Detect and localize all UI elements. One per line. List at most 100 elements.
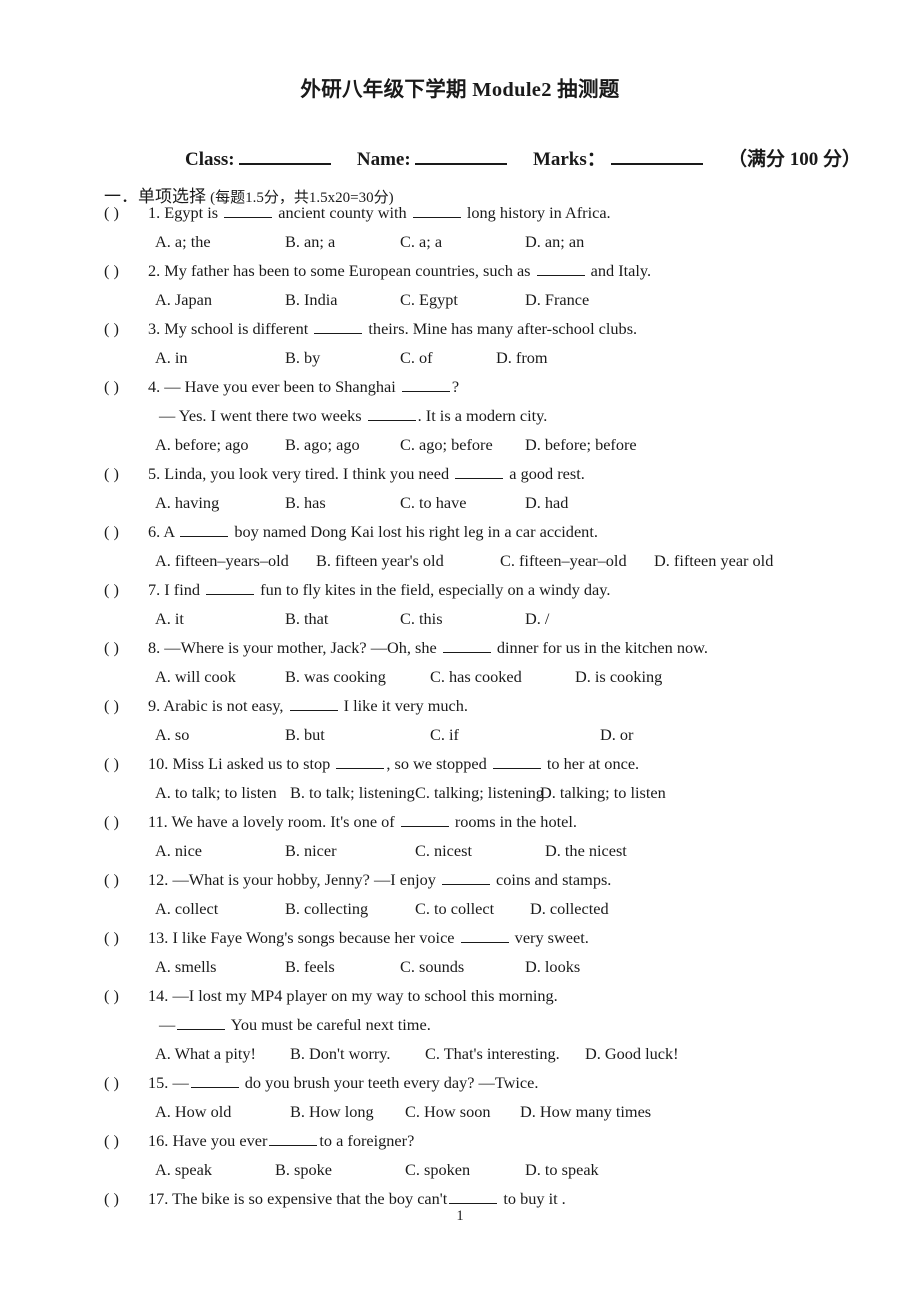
option-choice[interactable]: B. Don't worry. [290,1044,390,1064]
class-blank[interactable] [239,146,332,165]
option-choice[interactable]: B. to talk; listening [290,783,415,803]
option-choice[interactable]: D. or [600,725,633,745]
answer-bracket[interactable]: ( ) [104,696,148,716]
answer-bracket[interactable]: ( ) [104,319,148,339]
option-choice[interactable]: B. that [285,609,328,629]
option-choice[interactable]: A. having [155,493,219,513]
option-choice[interactable]: C. sounds [400,957,464,977]
fill-in-blank[interactable] [412,204,461,218]
fill-in-blank[interactable] [190,1074,239,1088]
option-choice[interactable]: D. talking; to listen [540,783,666,803]
option-choice[interactable]: C. if [430,725,459,745]
option-choice[interactable]: D. before; before [525,435,637,455]
option-choice[interactable]: B. India [285,290,337,310]
answer-bracket[interactable]: ( ) [104,580,148,600]
fill-in-blank[interactable] [401,378,450,392]
answer-bracket[interactable]: ( ) [104,986,148,1006]
fill-in-blank[interactable] [455,465,504,479]
option-choice[interactable]: B. fifteen year's old [316,551,444,571]
option-choice[interactable]: C. That's interesting. [425,1044,560,1064]
option-choice[interactable]: A. Japan [155,290,212,310]
answer-bracket[interactable]: ( ) [104,754,148,774]
option-choice[interactable]: B. by [285,348,320,368]
option-choice[interactable]: C. How soon [405,1102,491,1122]
answer-bracket[interactable]: ( ) [104,522,148,542]
option-choice[interactable]: A. it [155,609,184,629]
fill-in-blank[interactable] [206,581,255,595]
answer-bracket[interactable]: ( ) [104,203,148,223]
option-choice[interactable]: B. but [285,725,325,745]
option-choice[interactable]: D. fifteen year old [654,551,773,571]
fill-in-blank[interactable] [367,407,416,421]
option-choice[interactable]: C. ago; before [400,435,493,455]
option-choice[interactable]: C. to collect [415,899,494,919]
option-choice[interactable]: D. from [496,348,548,368]
fill-in-blank[interactable] [314,320,363,334]
name-blank[interactable] [415,146,508,165]
option-choice[interactable]: A. before; ago [155,435,249,455]
option-choice[interactable]: D. the nicest [545,841,627,861]
option-choice[interactable]: A. so [155,725,189,745]
option-choice[interactable]: C. this [400,609,443,629]
option-choice[interactable]: D. How many times [520,1102,651,1122]
option-choice[interactable]: A. speak [155,1160,212,1180]
option-choice[interactable]: C. Egypt [400,290,458,310]
option-choice[interactable]: A. collect [155,899,218,919]
answer-bracket[interactable]: ( ) [104,1189,148,1209]
fill-in-blank[interactable] [536,262,585,276]
answer-bracket[interactable]: ( ) [104,261,148,281]
option-choice[interactable]: B. spoke [275,1160,332,1180]
fill-in-blank[interactable] [442,639,491,653]
option-choice[interactable]: D. looks [525,957,580,977]
option-choice[interactable]: D. had [525,493,568,513]
fill-in-blank[interactable] [177,1016,226,1030]
option-choice[interactable]: B. ago; ago [285,435,360,455]
option-choice[interactable]: B. collecting [285,899,368,919]
answer-bracket[interactable]: ( ) [104,377,148,397]
option-choice[interactable]: C. spoken [405,1160,470,1180]
option-choice[interactable]: B. nicer [285,841,337,861]
answer-bracket[interactable]: ( ) [104,928,148,948]
option-choice[interactable]: C. to have [400,493,466,513]
option-choice[interactable]: D. to speak [525,1160,599,1180]
option-choice[interactable]: C. fifteen–year–old [500,551,627,571]
option-choice[interactable]: A. will cook [155,667,236,687]
answer-bracket[interactable]: ( ) [104,812,148,832]
option-choice[interactable]: A. What a pity! [155,1044,256,1064]
option-choice[interactable]: A. fifteen–years–old [155,551,289,571]
option-choice[interactable]: D. an; an [525,232,584,252]
fill-in-blank[interactable] [224,204,273,218]
option-choice[interactable]: D. Good luck! [585,1044,679,1064]
fill-in-blank[interactable] [400,813,449,827]
fill-in-blank[interactable] [460,929,509,943]
option-choice[interactable]: C. nicest [415,841,472,861]
fill-in-blank[interactable] [441,871,490,885]
answer-bracket[interactable]: ( ) [104,638,148,658]
answer-bracket[interactable]: ( ) [104,464,148,484]
fill-in-blank[interactable] [289,697,338,711]
option-choice[interactable]: C. of [400,348,433,368]
option-choice[interactable]: B. feels [285,957,335,977]
fill-in-blank[interactable] [180,523,229,537]
option-choice[interactable]: A. smells [155,957,217,977]
fill-in-blank[interactable] [449,1190,498,1204]
option-choice[interactable]: C. talking; listening [415,783,544,803]
option-choice[interactable]: A. in [155,348,188,368]
answer-bracket[interactable]: ( ) [104,1131,148,1151]
option-choice[interactable]: A. to talk; to listen [155,783,277,803]
fill-in-blank[interactable] [336,755,385,769]
option-choice[interactable]: D. / [525,609,549,629]
option-choice[interactable]: C. has cooked [430,667,522,687]
option-choice[interactable]: B. was cooking [285,667,386,687]
option-choice[interactable]: B. How long [290,1102,374,1122]
fill-in-blank[interactable] [492,755,541,769]
answer-bracket[interactable]: ( ) [104,1073,148,1093]
option-choice[interactable]: B. has [285,493,326,513]
option-choice[interactable]: D. France [525,290,589,310]
answer-bracket[interactable]: ( ) [104,870,148,890]
fill-in-blank[interactable] [269,1132,318,1146]
option-choice[interactable]: D. collected [530,899,609,919]
option-choice[interactable]: A. nice [155,841,202,861]
option-choice[interactable]: C. a; a [400,232,442,252]
option-choice[interactable]: A. a; the [155,232,211,252]
